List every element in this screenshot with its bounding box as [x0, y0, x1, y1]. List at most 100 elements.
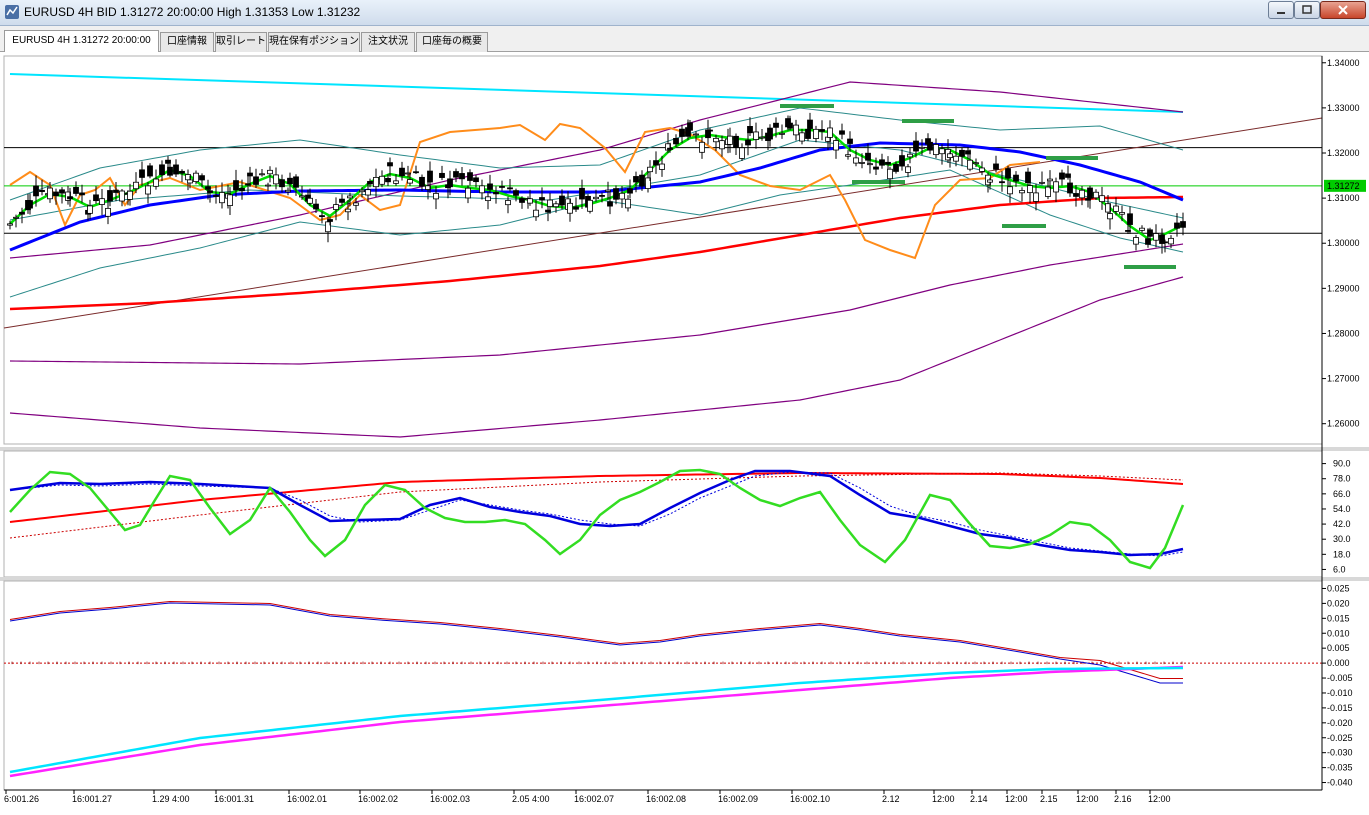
candle-body	[19, 211, 25, 215]
candle-body	[13, 216, 19, 219]
stochastic-tick-label: 18.0	[1333, 549, 1351, 559]
candle-body	[73, 186, 79, 194]
candle-body	[373, 176, 379, 188]
candle-body	[807, 119, 813, 129]
candle-body	[339, 198, 345, 203]
candle-body	[233, 180, 239, 191]
price-tick-label: 1.31000	[1327, 193, 1360, 203]
candle-body	[1147, 229, 1153, 237]
candle-body	[753, 131, 759, 140]
candle-body	[147, 165, 153, 177]
candle-body	[979, 167, 985, 172]
candle-body	[1168, 237, 1174, 245]
candle-body	[905, 166, 911, 173]
candle-body	[479, 185, 485, 194]
time-tick-label: 2.15	[1040, 794, 1058, 804]
stochastic-tick-label: 54.0	[1333, 504, 1351, 514]
close-button[interactable]	[1320, 1, 1366, 19]
candle-body	[719, 140, 725, 150]
candle-body	[939, 148, 945, 155]
candle-body	[767, 127, 773, 140]
macd-tick-label: 0.025	[1327, 583, 1350, 593]
candle-body	[839, 130, 845, 135]
candle-body	[199, 175, 205, 181]
candle-body	[53, 191, 59, 197]
candle-body	[1073, 193, 1079, 197]
candle-body	[127, 190, 133, 200]
candle-body	[333, 204, 339, 210]
candle-body	[107, 190, 113, 202]
candle-body	[587, 199, 593, 212]
macd-tick-label: -0.035	[1327, 763, 1353, 773]
chart-canvas[interactable]: 1.34000 1.33000 1.32000 1.31000 1.30000 1.290…	[0, 52, 1369, 810]
candle-body	[113, 189, 119, 193]
time-tick-label: 16:001.27	[72, 794, 112, 804]
candle-body	[873, 166, 879, 170]
tab-account-info[interactable]: 口座情報	[160, 32, 214, 52]
time-tick-label: 12:00	[1148, 794, 1171, 804]
candle-body	[393, 180, 399, 184]
candle-body	[579, 187, 585, 200]
time-tick-label: 16:002.09	[718, 794, 758, 804]
time-tick-label: 16:002.02	[358, 794, 398, 804]
candle-body	[273, 174, 279, 185]
candle-body	[505, 200, 511, 206]
candle-body	[1127, 213, 1133, 225]
time-tick-label: 2.05 4:00	[512, 794, 550, 804]
candle-body	[799, 132, 805, 142]
price-tick-label: 1.28000	[1327, 328, 1360, 338]
candle-body	[1107, 213, 1113, 220]
candle-body	[999, 181, 1005, 184]
candle-body	[427, 170, 433, 183]
candle-body	[687, 122, 693, 131]
window-title: EURUSD 4H BID 1.31272 20:00:00 High 1.31…	[24, 5, 361, 19]
restore-button[interactable]	[1294, 1, 1320, 19]
candle-body	[739, 147, 745, 159]
candle-body	[513, 190, 519, 196]
candle-body	[459, 173, 465, 180]
minimize-button[interactable]	[1268, 1, 1294, 19]
candle-body	[745, 139, 751, 146]
candle-body	[1027, 185, 1033, 194]
candle-body	[1033, 192, 1039, 202]
tab-bar: EURUSD 4H 1.31272 20:00:00 口座情報 取引レート 現在…	[0, 26, 1369, 52]
price-tick-label: 1.30000	[1327, 238, 1360, 248]
candle-body	[439, 172, 445, 178]
candle-body	[947, 153, 953, 159]
time-tick-label: 2.12	[882, 794, 900, 804]
candle-body	[419, 176, 425, 187]
candle-body	[313, 203, 319, 210]
candle-body	[1019, 190, 1025, 194]
candle-body	[913, 140, 919, 152]
tab-positions[interactable]: 現在保有ポジション	[268, 32, 360, 52]
candle-body	[547, 199, 553, 207]
candle-body	[399, 167, 405, 177]
tab-rates[interactable]: 取引レート	[215, 32, 267, 52]
candle-body	[699, 141, 705, 153]
candle-body	[507, 187, 513, 190]
candle-body	[379, 175, 385, 185]
macd-tick-label: -0.015	[1327, 703, 1353, 713]
tab-orders[interactable]: 注文状況	[361, 32, 415, 52]
candle-body	[887, 168, 893, 180]
time-tick-label: 16:002.03	[430, 794, 470, 804]
candle-body	[853, 157, 859, 164]
candle-body	[1013, 174, 1019, 182]
candle-body	[959, 149, 965, 157]
candle-body	[593, 196, 599, 200]
candle-body	[387, 162, 393, 167]
candle-body	[627, 188, 633, 194]
time-tick-label: 16:002.10	[790, 794, 830, 804]
candle-body	[347, 195, 353, 199]
time-tick-label: 12:00	[932, 794, 955, 804]
candle-body	[1039, 181, 1045, 184]
candle-body	[1067, 182, 1073, 194]
candle-body	[187, 179, 193, 184]
tab-account-summary[interactable]: 口座毎の概要	[416, 32, 488, 52]
candle-body	[779, 132, 785, 135]
candle-body	[1133, 237, 1139, 245]
chart-area[interactable]: 1.34000 1.33000 1.32000 1.31000 1.30000 1.290…	[0, 52, 1369, 810]
candle-body	[759, 136, 765, 139]
candle-body	[353, 202, 359, 206]
tab-chart[interactable]: EURUSD 4H 1.31272 20:00:00	[4, 30, 159, 52]
